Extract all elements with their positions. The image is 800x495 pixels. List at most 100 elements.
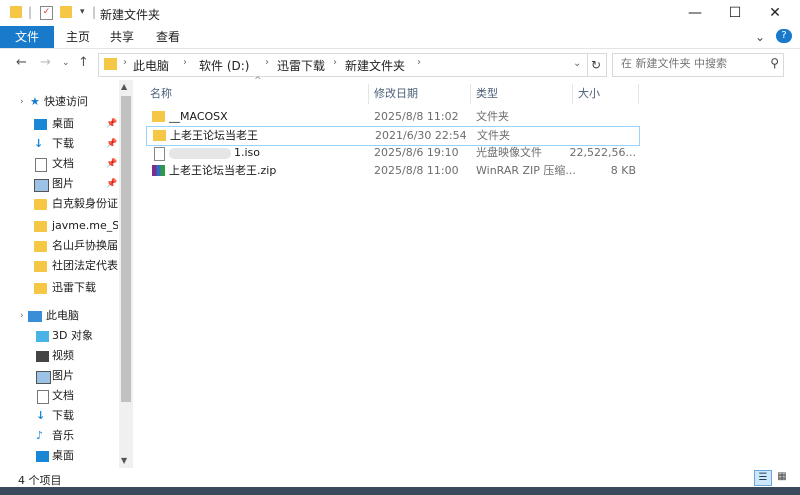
column-divider[interactable] <box>368 84 369 104</box>
back-button[interactable]: ← <box>16 55 27 70</box>
maximize-button[interactable]: ☐ <box>715 0 755 26</box>
window-title: 新建文件夹 <box>100 8 161 22</box>
address-bar[interactable]: › 此电脑 › 软件 (D:) › 迅雷下载 › 新建文件夹 › ⌄ <box>98 53 588 77</box>
desktop-icon <box>34 119 47 130</box>
column-divider[interactable] <box>638 84 639 104</box>
breadcrumb-new-folder[interactable]: 新建文件夹 <box>345 57 405 74</box>
tab-home[interactable]: 主页 <box>58 26 98 48</box>
folder-icon <box>34 283 47 294</box>
file-row[interactable]: 1.iso 2025/8/6 19:10 光盘映像文件 22,522,56... <box>146 144 638 162</box>
breadcrumb-separator[interactable]: › <box>265 57 269 68</box>
ribbon-collapse-icon[interactable]: ⌄ <box>752 26 768 48</box>
nav-pc-music[interactable]: ♪ 音乐 <box>0 426 118 446</box>
document-icon <box>37 390 49 404</box>
chevron-right-icon[interactable]: › <box>20 306 24 326</box>
breadcrumb-separator[interactable]: › <box>183 57 187 68</box>
column-header-name[interactable]: 名称 <box>150 84 172 104</box>
recent-locations-button[interactable]: ⌄ <box>62 58 70 68</box>
scrollbar-thumb[interactable] <box>121 96 131 402</box>
nav-item-folder-3[interactable]: 名山乒协换届 <box>0 236 118 256</box>
column-header-size[interactable]: 大小 <box>578 84 600 104</box>
forward-button[interactable]: → <box>40 55 51 70</box>
nav-item-folder-1[interactable]: 白克毅身份证 <box>0 194 118 214</box>
tab-view[interactable]: 查看 <box>148 26 188 48</box>
breadcrumb-separator[interactable]: › <box>417 57 421 68</box>
nav-item-folder-4[interactable]: 社团法定代表人 <box>0 256 118 276</box>
file-row[interactable]: __MACOSX 2025/8/8 11:02 文件夹 <box>146 108 638 126</box>
column-header-type[interactable]: 类型 <box>476 84 498 104</box>
nav-label: 文档 <box>52 389 74 402</box>
nav-pc-documents[interactable]: 文档 <box>0 386 118 406</box>
column-divider[interactable] <box>572 84 573 104</box>
desktop-icon <box>36 451 49 462</box>
column-divider[interactable] <box>470 84 471 104</box>
address-dropdown-icon[interactable]: ⌄ <box>573 58 581 69</box>
sort-ascending-icon: ^ <box>254 76 262 86</box>
breadcrumb-separator[interactable]: › <box>123 57 127 68</box>
nav-pc-downloads[interactable]: ↓ 下载 <box>0 406 118 426</box>
file-type: 文件夹 <box>477 129 510 142</box>
nav-label: 此电脑 <box>46 309 79 322</box>
large-icons-view-button[interactable]: ▦ <box>774 470 790 484</box>
breadcrumb-this-pc[interactable]: 此电脑 <box>133 57 169 74</box>
column-header-date[interactable]: 修改日期 <box>374 84 418 104</box>
new-folder-icon[interactable] <box>60 6 72 18</box>
3d-objects-icon <box>36 331 49 342</box>
picture-icon <box>36 371 51 384</box>
nav-pc-videos[interactable]: 视频 <box>0 346 118 366</box>
nav-item-downloads[interactable]: ↓ 下载 📌 <box>0 134 118 154</box>
scroll-up-arrow[interactable]: ▲ <box>121 82 127 91</box>
taskbar <box>0 487 800 495</box>
chevron-right-icon[interactable]: › <box>20 92 24 112</box>
computer-icon <box>28 311 42 322</box>
tab-file[interactable]: 文件 <box>0 26 54 48</box>
search-input[interactable] <box>619 56 763 71</box>
nav-this-pc[interactable]: › 此电脑 <box>0 306 118 326</box>
pin-icon: 📌 <box>106 119 118 129</box>
file-type: 光盘映像文件 <box>476 146 542 159</box>
navigation-pane: › ★ 快速访问 桌面 📌 ↓ 下载 📌 文档 📌 图片 📌 白克毅身份证 ja… <box>0 80 134 468</box>
minimize-button[interactable]: — <box>675 0 715 26</box>
nav-item-documents[interactable]: 文档 📌 <box>0 154 118 174</box>
tab-share[interactable]: 共享 <box>102 26 142 48</box>
details-view-button[interactable]: ☰ <box>754 470 772 486</box>
nav-item-folder-2[interactable]: javme.me_SM <box>0 216 118 236</box>
file-date: 2025/8/6 19:10 <box>374 146 459 159</box>
nav-pc-desktop[interactable]: 桌面 <box>0 446 118 466</box>
file-name: 上老王论坛当老王.zip <box>169 164 277 177</box>
properties-icon[interactable]: ✓ <box>40 6 53 20</box>
nav-pc-pictures[interactable]: 图片 <box>0 366 118 386</box>
nav-pc-3d-objects[interactable]: 3D 对象 <box>0 326 118 346</box>
nav-label: 快速访问 <box>44 95 88 108</box>
title-bar: | ✓ ▾ | 新建文件夹 — ☐ ✕ <box>0 0 800 26</box>
file-row[interactable]: 上老王论坛当老王 2021/6/30 22:54 文件夹 <box>146 126 640 146</box>
breadcrumb-xunlei[interactable]: 迅雷下载 <box>277 57 325 74</box>
nav-item-desktop[interactable]: 桌面 📌 <box>0 114 118 134</box>
breadcrumb-separator[interactable]: › <box>333 57 337 68</box>
redacted-text <box>169 148 231 159</box>
file-row[interactable]: 上老王论坛当老王.zip 2025/8/8 11:00 WinRAR ZIP 压… <box>146 162 638 180</box>
picture-icon <box>34 179 49 192</box>
file-size: 8 KB <box>610 164 636 177</box>
nav-label: 3D 对象 <box>52 329 93 342</box>
search-box[interactable]: ⚲ <box>612 53 784 77</box>
close-button[interactable]: ✕ <box>755 0 795 26</box>
file-date: 2025/8/8 11:02 <box>374 110 459 123</box>
search-icon[interactable]: ⚲ <box>770 56 779 70</box>
nav-quick-access[interactable]: › ★ 快速访问 <box>0 92 118 112</box>
up-button[interactable]: ↑ <box>78 55 89 70</box>
folder-icon <box>152 111 165 122</box>
help-icon[interactable]: ? <box>776 29 792 43</box>
scroll-down-arrow[interactable]: ▼ <box>121 456 127 465</box>
breadcrumb-drive-d[interactable]: 软件 (D:) <box>199 57 249 74</box>
nav-scrollbar[interactable]: ▲ ▼ <box>119 80 133 468</box>
nav-item-xunlei[interactable]: 迅雷下载 <box>0 278 118 298</box>
nav-item-pictures[interactable]: 图片 📌 <box>0 174 118 194</box>
file-name: 上老王论坛当老王 <box>170 129 258 142</box>
file-type: 文件夹 <box>476 110 509 123</box>
file-date: 2021/6/30 22:54 <box>375 129 467 142</box>
customize-toolbar-icon[interactable]: ▾ <box>80 7 85 17</box>
ribbon-tabs: 文件 主页 共享 查看 ⌄ ? <box>0 26 800 49</box>
nav-label: 下载 <box>52 409 74 422</box>
refresh-button[interactable]: ↻ <box>586 53 607 77</box>
